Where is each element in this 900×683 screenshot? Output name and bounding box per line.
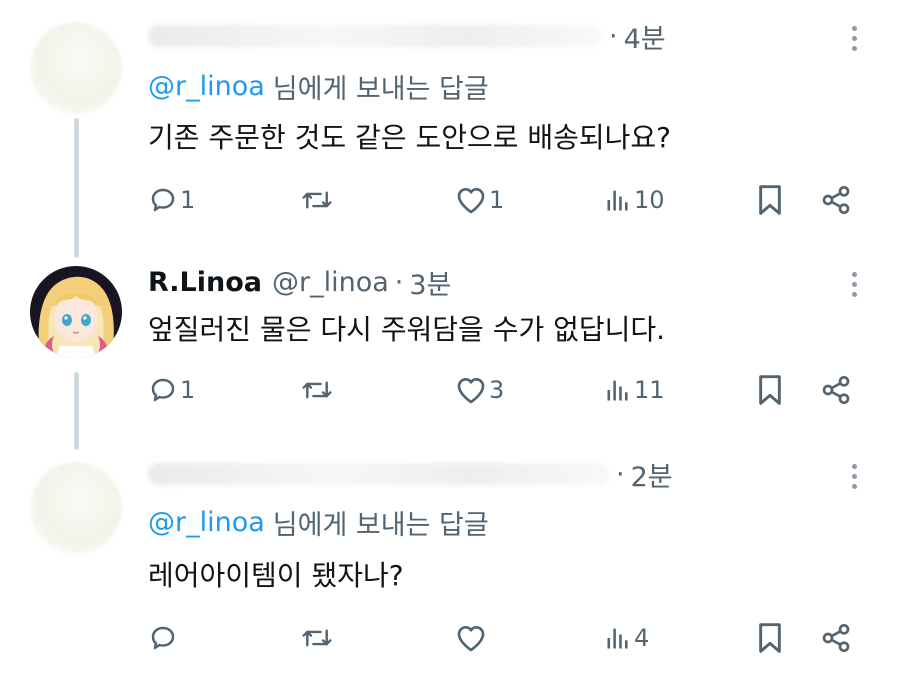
tweet-header: · 2분	[148, 452, 673, 496]
reply-count: 1	[180, 186, 196, 214]
reply-to-line: @r_linoa 님에게 보내는 답글	[148, 500, 489, 544]
tweet-text: 레어아이템이 됐자나?	[148, 559, 404, 592]
separator-dot: ·	[394, 266, 404, 298]
bookmark-button[interactable]	[756, 368, 784, 412]
views-button[interactable]: 4	[604, 616, 649, 660]
bookmark-button[interactable]	[756, 616, 784, 660]
views-count: 11	[634, 376, 665, 404]
more-icon[interactable]	[840, 264, 868, 304]
avatar[interactable]	[30, 462, 122, 554]
like-count: 3	[489, 376, 505, 404]
share-button[interactable]	[820, 368, 852, 412]
retweet-icon	[302, 629, 332, 647]
tweet-text: 기존 주문한 것도 같은 도안으로 배송되나요?	[148, 121, 672, 154]
avatar[interactable]	[30, 266, 122, 358]
like-count: 1	[489, 186, 505, 214]
more-icon[interactable]	[840, 456, 868, 496]
reply-icon	[151, 378, 175, 402]
bookmark-icon	[759, 623, 781, 653]
views-icon	[607, 628, 628, 649]
tweet-header: · 4분	[148, 14, 666, 58]
more-icon[interactable]	[840, 18, 868, 58]
reply-icon	[151, 626, 175, 650]
views-icon	[607, 380, 628, 401]
retweet-icon	[302, 381, 332, 399]
retweet-icon	[302, 191, 332, 209]
reply-button[interactable]: 1	[148, 178, 195, 222]
heart-icon	[457, 626, 485, 652]
share-icon	[822, 624, 850, 652]
timestamp[interactable]: 2분	[631, 455, 673, 494]
like-button[interactable]: 1	[455, 178, 504, 222]
heart-icon	[457, 188, 485, 214]
share-icon	[822, 186, 850, 214]
reply-icon	[151, 188, 175, 212]
bookmark-icon	[759, 185, 781, 215]
reply-to-label: 님에게 보내는 답글	[272, 73, 489, 105]
reply-to-line: @r_linoa 님에게 보내는 답글	[148, 64, 489, 108]
thread-line	[74, 372, 79, 450]
timestamp[interactable]: 4분	[624, 17, 666, 56]
bookmark-icon	[759, 375, 781, 405]
share-icon	[822, 376, 850, 404]
separator-dot: ·	[609, 20, 618, 52]
bookmark-button[interactable]	[756, 178, 784, 222]
retweet-button[interactable]	[300, 616, 336, 660]
separator-dot: ·	[616, 458, 625, 490]
tweet-text: 엎질러진 물은 다시 주워담을 수가 없답니다.	[148, 313, 666, 346]
retweet-button[interactable]	[300, 178, 336, 222]
heart-icon	[457, 378, 485, 404]
share-button[interactable]	[820, 178, 852, 222]
views-button[interactable]: 11	[604, 368, 665, 412]
redacted-author	[148, 463, 610, 485]
views-count: 4	[634, 624, 650, 652]
views-button[interactable]: 10	[604, 178, 665, 222]
like-button[interactable]	[455, 616, 489, 660]
tweet-header: R.Linoa @r_linoa · 3분	[148, 260, 451, 304]
share-button[interactable]	[820, 616, 852, 660]
mention-link[interactable]: @r_linoa	[148, 71, 265, 102]
timestamp[interactable]: 3분	[409, 263, 451, 302]
display-name[interactable]: R.Linoa	[148, 267, 262, 298]
reply-button[interactable]: 1	[148, 368, 195, 412]
reply-to-label: 님에게 보내는 답글	[272, 509, 489, 541]
reply-button[interactable]	[148, 616, 180, 660]
thread-line	[74, 118, 79, 258]
like-button[interactable]: 3	[455, 368, 504, 412]
reply-count: 1	[180, 376, 196, 404]
handle[interactable]: @r_linoa	[272, 267, 389, 298]
views-count: 10	[634, 186, 665, 214]
views-icon	[607, 190, 628, 211]
retweet-button[interactable]	[300, 368, 336, 412]
mention-link[interactable]: @r_linoa	[148, 507, 265, 538]
avatar[interactable]	[30, 22, 122, 114]
redacted-author	[148, 25, 603, 47]
